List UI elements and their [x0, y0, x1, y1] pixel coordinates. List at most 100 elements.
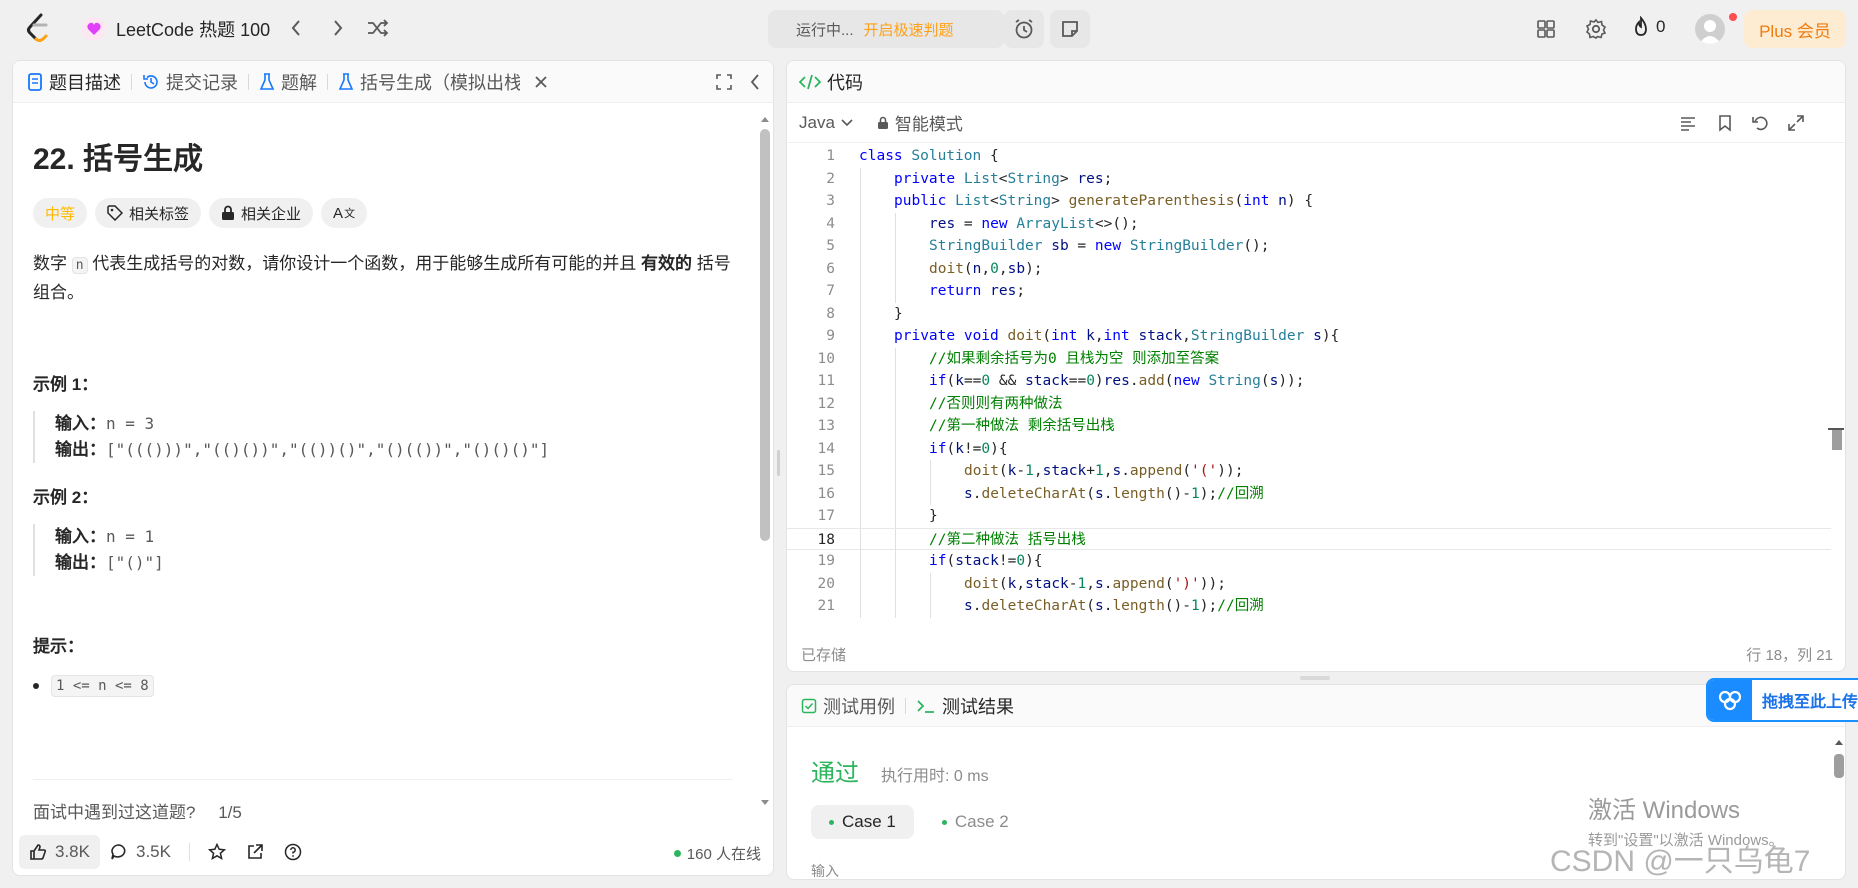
- code-editor[interactable]: 1 class Solution {2 private List<String> r…: [787, 145, 1831, 619]
- translate-button[interactable]: A文: [321, 198, 368, 228]
- indent-guide: [860, 595, 861, 618]
- code-line[interactable]: 21 s.deleteCharAt(s.length()-1);//回溯: [787, 595, 1831, 618]
- code-line[interactable]: 2 private List<String> res;: [787, 167, 1831, 190]
- maximize-editor-button[interactable]: [1787, 114, 1805, 132]
- code-token: ==: [1068, 373, 1087, 389]
- comments-button[interactable]: 3.5K: [100, 835, 181, 869]
- prev-problem-button[interactable]: [282, 14, 310, 42]
- scrollbar-thumb[interactable]: [760, 129, 770, 541]
- code-line[interactable]: 12 //否则则有两种做法: [787, 392, 1831, 415]
- tab-test-result[interactable]: 测试结果: [916, 685, 1014, 727]
- code-line[interactable]: 6 doit(n,0,sb);: [787, 257, 1831, 280]
- help-button[interactable]: [274, 835, 312, 869]
- code-token: stack: [955, 553, 999, 569]
- bookmark-button[interactable]: [1717, 114, 1733, 132]
- share-button[interactable]: [236, 835, 274, 869]
- code-text: return res;: [859, 283, 1025, 299]
- code-token: //如果剩余括号为0 且栈为空 则添加至答案: [929, 350, 1220, 367]
- tab-testcases[interactable]: 测试用例: [801, 685, 895, 727]
- code-line[interactable]: 20 doit(k,stack-1,s.append(')'));: [787, 572, 1831, 595]
- code-line[interactable]: 14 if(k!=0){: [787, 437, 1831, 460]
- code-line[interactable]: 1 class Solution {: [787, 145, 1831, 168]
- vertical-resize-handle[interactable]: [1300, 676, 1330, 680]
- leetcode-logo-icon[interactable]: [24, 12, 52, 44]
- run-status-box[interactable]: 运行中... 开启极速判题: [768, 10, 1004, 48]
- faq-question: 面试中遇到过这道题?: [33, 803, 196, 822]
- case-1-tab[interactable]: Case 1: [811, 805, 914, 839]
- code-line[interactable]: 4 res = new ArrayList<>();: [787, 212, 1831, 235]
- code-line[interactable]: 13 //第一种做法 剩余括号出栈: [787, 415, 1831, 438]
- layout-button[interactable]: [1533, 16, 1559, 42]
- code-token: List: [955, 193, 991, 209]
- code-line[interactable]: 5 StringBuilder sb = new StringBuilder();: [787, 235, 1831, 258]
- next-problem-button[interactable]: [324, 14, 352, 42]
- code-line[interactable]: 16 s.deleteCharAt(s.length()-1);//回溯: [787, 482, 1831, 505]
- format-button[interactable]: [1679, 115, 1697, 131]
- collapse-panel-button[interactable]: [749, 73, 761, 91]
- favorite-button[interactable]: [198, 835, 236, 869]
- case-2-tab[interactable]: Case 2: [924, 805, 1027, 839]
- chevron-left-icon: [291, 20, 300, 36]
- line-number: 10: [817, 350, 835, 367]
- page-title[interactable]: 22. 括号生成: [33, 134, 737, 178]
- code-token: >: [1059, 170, 1078, 187]
- tab-my-solution[interactable]: 括号生成（模拟出栈: [338, 61, 520, 103]
- code-text: //如果剩余括号为0 且栈为空 则添加至答案: [859, 351, 1219, 367]
- code-text: doit(n,0,sb);: [859, 261, 1043, 277]
- random-problem-button[interactable]: [364, 14, 392, 42]
- code-line[interactable]: 3 public List<String> generateParenthesis…: [787, 190, 1831, 213]
- smart-mode-toggle[interactable]: 智能模式: [877, 110, 963, 135]
- scrollbar-thumb[interactable]: [1834, 754, 1844, 778]
- editor-scrollbar[interactable]: [1828, 150, 1844, 620]
- code-line[interactable]: 10 //如果剩余括号为0 且栈为空 则添加至答案: [787, 347, 1831, 370]
- settings-button[interactable]: [1583, 16, 1609, 42]
- code-token: add: [1138, 373, 1165, 389]
- code-line[interactable]: 17}: [787, 505, 1831, 528]
- like-button[interactable]: 3.8K: [19, 835, 100, 869]
- close-tab-button[interactable]: [534, 75, 548, 89]
- code-token: ()-: [1164, 598, 1192, 614]
- grid-layout-icon: [1537, 20, 1555, 38]
- code-token: s: [964, 598, 973, 614]
- fast-judge-link[interactable]: 开启极速判题: [864, 19, 954, 40]
- tab-code[interactable]: 代码: [799, 61, 863, 103]
- indent-guide: [860, 482, 861, 505]
- tab-solutions[interactable]: 题解: [259, 61, 317, 103]
- question-circle-icon: [284, 843, 302, 861]
- code-token: {: [981, 148, 999, 164]
- upload-drop-widget[interactable]: 拖拽至此上传: [1706, 678, 1858, 722]
- topic-tags-button[interactable]: 相关标签: [95, 198, 202, 228]
- comment-icon: [111, 844, 126, 860]
- tab-testcases-label: 测试用例: [823, 696, 895, 717]
- scrollbar-thumb[interactable]: [1832, 430, 1842, 450]
- timer-button[interactable]: [1004, 10, 1044, 48]
- line-number: 1: [826, 148, 835, 164]
- code-line[interactable]: 18 //第二种做法 括号出栈: [787, 527, 1831, 551]
- input-label: 输入: [811, 863, 839, 879]
- online-count-text: 160 人在线: [686, 846, 761, 863]
- code-line[interactable]: 11 if(k==0 && stack==0)res.add(new String…: [787, 370, 1831, 393]
- description-scrollbar[interactable]: [759, 115, 770, 815]
- tab-submissions[interactable]: 提交记录: [142, 61, 238, 103]
- fullscreen-button[interactable]: [715, 73, 733, 91]
- code-line[interactable]: 19 if(stack!=0){: [787, 550, 1831, 573]
- code-token: (: [1086, 485, 1095, 502]
- note-button[interactable]: [1050, 10, 1090, 48]
- streak-counter[interactable]: 0: [1632, 16, 1665, 38]
- interview-faq[interactable]: 面试中遇到过这道题? 1/5: [33, 779, 733, 823]
- code-token: new: [1094, 238, 1130, 254]
- result-scrollbar[interactable]: [1832, 738, 1844, 878]
- code-token: ));: [1278, 373, 1305, 389]
- avatar[interactable]: [1695, 14, 1725, 44]
- tab-description[interactable]: 题目描述: [27, 61, 121, 103]
- study-plan-title[interactable]: LeetCode 热题 100: [82, 16, 270, 42]
- plus-member-button[interactable]: Plus 会员: [1744, 10, 1846, 48]
- code-line[interactable]: 15 doit(k-1,stack+1,s.append('('));: [787, 460, 1831, 483]
- companies-button[interactable]: 相关企业: [209, 198, 314, 228]
- code-line[interactable]: 9 private void doit(int k,int stack,Strin…: [787, 325, 1831, 348]
- code-line[interactable]: 8}: [787, 302, 1831, 325]
- panel-resize-handle[interactable]: [777, 450, 780, 476]
- reset-code-button[interactable]: [1751, 114, 1769, 132]
- language-select[interactable]: Java: [799, 113, 853, 133]
- code-line[interactable]: 7 return res;: [787, 280, 1831, 303]
